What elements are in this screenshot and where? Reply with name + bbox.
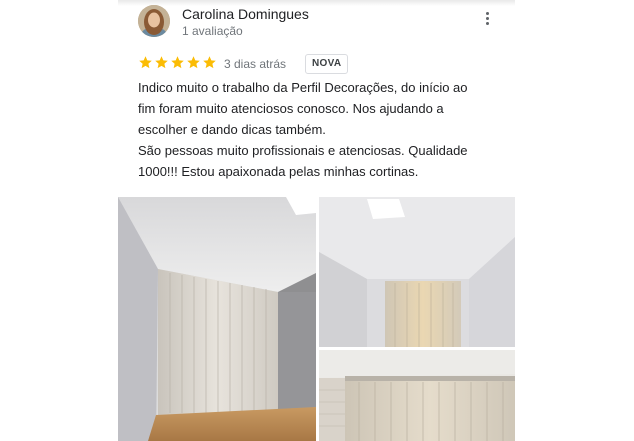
review-text-line: escolher e dando dicas também. (138, 122, 326, 137)
star-icon (203, 56, 216, 69)
author-name[interactable]: Carolina Domingues (182, 6, 309, 22)
new-badge: NOVA (305, 54, 349, 74)
star-rating (138, 55, 217, 71)
review-photo-2[interactable] (319, 197, 515, 347)
review-text-line: Indico muito o trabalho da Perfil Decora… (138, 80, 468, 95)
review-text: Indico muito o trabalho da Perfil Decora… (138, 77, 508, 182)
star-icon (171, 56, 184, 69)
review-time: 3 dias atrás (224, 57, 287, 71)
avatar[interactable] (138, 5, 170, 37)
review-text-line: 1000!!! Estou apaixonada pelas minhas co… (138, 164, 419, 179)
star-icon (187, 56, 200, 69)
author-review-count: 1 avaliação (182, 24, 243, 38)
more-vert-icon[interactable] (479, 12, 495, 32)
review-card: Carolina Domingues 1 avaliação 3 dias at… (118, 0, 515, 441)
top-shadow (118, 0, 515, 6)
star-icon (155, 56, 168, 69)
star-icon (139, 56, 152, 69)
review-photo-1[interactable] (118, 197, 316, 441)
review-photo-3[interactable] (319, 350, 515, 441)
review-text-line: fim foram muito atenciosos conosco. Nos … (138, 101, 444, 116)
review-text-line: São pessoas muito profissionais e atenci… (138, 143, 468, 158)
